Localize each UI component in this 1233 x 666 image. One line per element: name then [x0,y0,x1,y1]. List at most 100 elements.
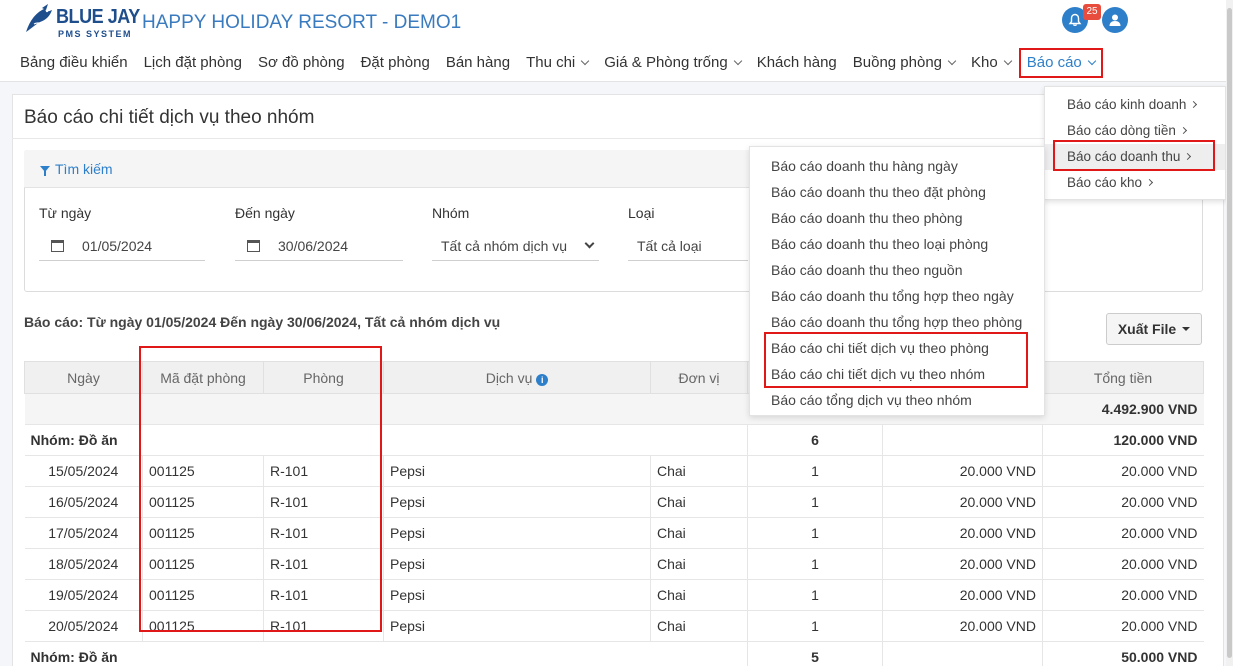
row-service: Pepsi [383,455,651,487]
col-header-date: Ngày [24,361,143,394]
table-row: 17/05/2024 001125 R-101 Pepsi Chai 1 20.000 VN… [24,517,1204,549]
notification-badge: 25 [1083,4,1101,20]
report-menu: Báo cáo kinh doanh Báo cáo dòng tiền Báo c… [1044,86,1226,200]
search-title[interactable]: Tìm kiếm [40,161,113,177]
nav-item-8[interactable]: Buồng phòng [845,48,963,78]
type-select-value: Tất cả loại [637,237,702,254]
group-row: Nhóm: Đồ ăn 5 50.000 VND [24,641,1204,666]
app-logo[interactable]: BLUE JAY PMS SYSTEM [22,2,140,42]
nav-item-1[interactable]: Lịch đặt phòng [136,48,250,78]
row-total: 20.000 VND [1042,610,1204,642]
user-icon [1109,14,1121,26]
row-total: 20.000 VND [1042,548,1204,580]
row-room: R-101 [263,455,384,487]
col-header-room: Phòng [263,361,384,394]
report-menu-item-label: Báo cáo kho [1067,175,1143,190]
row-total: 20.000 VND [1042,579,1204,611]
report-menu-item-2[interactable]: Báo cáo doanh thu [1045,144,1225,170]
scrollbar-thumb[interactable] [1227,8,1232,658]
table-row: 18/05/2024 001125 R-101 Pepsi Chai 1 20.000 VN… [24,548,1204,580]
report-menu-item-0[interactable]: Báo cáo kinh doanh [1045,92,1225,118]
group-select[interactable]: Tất cả nhóm dịch vụ [432,231,599,261]
revenue-menu-item-6[interactable]: Báo cáo doanh thu tổng hợp theo phòng [750,309,1044,335]
col-header-service: Dịch vụ i [383,361,651,394]
caret-down-icon [1182,327,1191,331]
row-room: R-101 [263,579,384,611]
nav-item-4[interactable]: Bán hàng [438,48,518,78]
nav-item-label: Sơ đồ phòng [258,54,345,71]
report-menu-item-label: Báo cáo dòng tiền [1067,123,1176,138]
col-header-service-label: Dịch vụ [485,369,533,386]
to-date-field[interactable]: 30/06/2024 [235,231,403,261]
row-total: 20.000 VND [1042,455,1204,487]
nav-item-9[interactable]: Kho [963,48,1019,78]
row-quantity: 1 [747,579,883,611]
report-menu-item-3[interactable]: Báo cáo kho [1045,170,1225,196]
revenue-menu-item-3[interactable]: Báo cáo doanh thu theo loại phòng [750,231,1044,257]
chevron-down-icon [581,56,590,66]
revenue-menu-item-9[interactable]: Báo cáo tổng dịch vụ theo nhóm [750,387,1044,413]
col-header-booking-code: Mã đặt phòng [142,361,264,394]
row-service: Pepsi [383,610,651,642]
revenue-menu-item-1[interactable]: Báo cáo doanh thu theo đặt phòng [750,179,1044,205]
nav-item-label: Kho [971,54,998,71]
filter-icon [40,166,50,176]
row-date: 19/05/2024 [24,579,143,611]
type-label: Loại [628,205,655,221]
nav-item-10[interactable]: Báo cáo [1018,48,1103,78]
nav-item-3[interactable]: Đặt phòng [353,48,438,78]
nav-item-7[interactable]: Khách hàng [749,48,845,78]
row-price: 20.000 VND [882,610,1043,642]
nav-item-6[interactable]: Giá & Phòng trống [596,48,748,78]
row-booking-code: 001125 [142,579,264,611]
nav-item-label: Buồng phòng [852,54,943,71]
revenue-menu-item-7[interactable]: Báo cáo chi tiết dịch vụ theo phòng [750,335,1044,361]
revenue-menu-item-4[interactable]: Báo cáo doanh thu theo nguồn [750,257,1044,283]
page-title: Báo cáo chi tiết dịch vụ theo nhóm [24,107,315,128]
group-row: Nhóm: Đồ ăn 6 120.000 VND [24,424,1204,456]
nav-item-label: Khách hàng [756,54,837,71]
row-date: 16/05/2024 [24,486,143,518]
row-booking-code: 001125 [142,517,264,549]
type-select[interactable]: Tất cả loại [628,231,748,261]
row-quantity: 1 [747,610,883,642]
group-total: 50.000 VND [1042,641,1204,666]
logo-text: BLUE JAY [56,6,140,28]
report-menu-item-label: Báo cáo doanh thu [1067,149,1181,164]
user-menu-button[interactable] [1102,7,1128,33]
nav-item-2[interactable]: Sơ đồ phòng [250,48,353,78]
row-date: 17/05/2024 [24,517,143,549]
row-total: 20.000 VND [1042,517,1204,549]
col-header-unit: Đơn vị [650,361,748,394]
info-icon[interactable]: i [536,373,549,386]
export-file-button[interactable]: Xuất File [1106,313,1202,345]
row-service: Pepsi [383,486,651,518]
row-booking-code: 001125 [142,610,264,642]
to-date-value: 30/06/2024 [278,237,349,254]
calendar-icon [247,239,260,252]
chevron-down-icon [733,56,742,66]
blue-jay-logo-icon [26,4,52,32]
calendar-icon [51,239,64,252]
group-select-value: Tất cả nhóm dịch vụ [441,237,568,254]
report-menu-item-1[interactable]: Báo cáo dòng tiền [1045,118,1225,144]
search-title-label: Tìm kiếm [55,161,113,177]
table-body: 4.492.900 VND Nhóm: Đồ ăn 6 120.000 VND 15/… [24,393,1204,666]
row-price: 20.000 VND [882,486,1043,518]
revenue-menu-item-2[interactable]: Báo cáo doanh thu theo phòng [750,205,1044,231]
table-row: 16/05/2024 001125 R-101 Pepsi Chai 1 20.000 VN… [24,486,1204,518]
to-date-label: Đến ngày [235,205,295,221]
nav-item-5[interactable]: Thu chi [518,48,596,78]
nav-item-label: Lịch đặt phòng [143,54,243,71]
from-date-field[interactable]: 01/05/2024 [39,231,205,261]
report-summary: Báo cáo: Từ ngày 01/05/2024 Đến ngày 30/… [24,314,501,330]
revenue-menu-item-5[interactable]: Báo cáo doanh thu tổng hợp theo ngày [750,283,1044,309]
row-quantity: 1 [747,455,883,487]
group-label: Nhóm [432,205,470,221]
revenue-menu-item-0[interactable]: Báo cáo doanh thu hàng ngày [750,153,1044,179]
revenue-menu-item-8[interactable]: Báo cáo chi tiết dịch vụ theo nhóm [750,361,1044,387]
nav-item-0[interactable]: Bảng điều khiển [12,48,136,78]
row-unit: Chai [650,610,748,642]
row-price: 20.000 VND [882,579,1043,611]
chevron-down-icon [1087,56,1097,66]
